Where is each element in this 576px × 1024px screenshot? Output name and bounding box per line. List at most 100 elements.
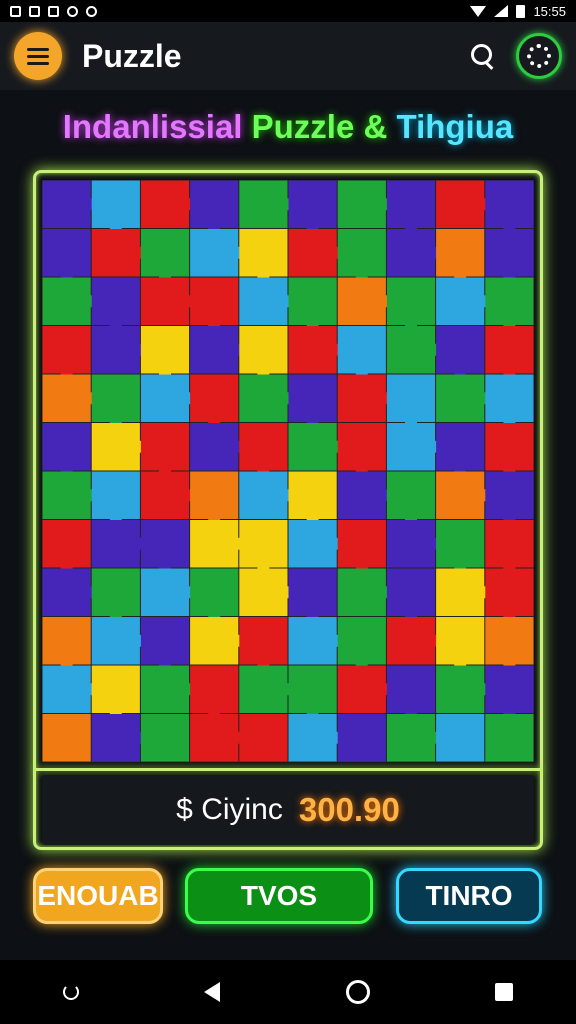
puzzle-board[interactable] xyxy=(42,180,534,762)
menu-button[interactable] xyxy=(14,32,62,80)
puzzle-piece[interactable] xyxy=(386,617,442,665)
right-action-button[interactable]: TINRO xyxy=(396,868,542,924)
puzzle-piece[interactable] xyxy=(337,326,386,380)
puzzle-piece[interactable] xyxy=(42,229,91,283)
puzzle-piece[interactable] xyxy=(190,617,245,665)
puzzle-piece[interactable] xyxy=(436,617,485,671)
rotate-icon[interactable] xyxy=(62,984,79,1000)
puzzle-piece[interactable] xyxy=(386,665,436,720)
left-action-button[interactable]: ENOUAB xyxy=(33,868,163,924)
puzzle-piece[interactable] xyxy=(386,568,436,623)
puzzle-piece[interactable] xyxy=(42,180,98,229)
puzzle-piece[interactable] xyxy=(288,423,344,471)
puzzle-piece[interactable] xyxy=(288,277,337,332)
puzzle-piece[interactable] xyxy=(386,374,436,429)
puzzle-piece[interactable] xyxy=(436,277,491,326)
puzzle-piece[interactable] xyxy=(386,471,436,526)
puzzle-piece[interactable] xyxy=(386,229,442,277)
puzzle-piece[interactable] xyxy=(337,714,386,762)
puzzle-piece[interactable] xyxy=(91,568,140,623)
puzzle-piece[interactable] xyxy=(140,180,196,229)
puzzle-piece[interactable] xyxy=(91,665,140,720)
puzzle-piece[interactable] xyxy=(485,229,534,283)
puzzle-piece[interactable] xyxy=(91,229,147,277)
puzzle-piece[interactable] xyxy=(436,665,491,714)
puzzle-piece[interactable] xyxy=(91,374,140,429)
puzzle-piece[interactable] xyxy=(288,180,337,235)
puzzle-piece[interactable] xyxy=(337,277,393,326)
center-action-button[interactable]: TVOS xyxy=(185,868,373,924)
puzzle-piece[interactable] xyxy=(42,326,91,380)
puzzle-piece[interactable] xyxy=(239,326,288,380)
puzzle-piece[interactable] xyxy=(485,423,534,477)
settings-button[interactable] xyxy=(516,33,562,79)
puzzle-piece[interactable] xyxy=(485,277,534,332)
puzzle-piece[interactable] xyxy=(485,714,534,762)
puzzle-piece[interactable] xyxy=(190,665,239,720)
puzzle-piece[interactable] xyxy=(288,471,337,526)
puzzle-piece[interactable] xyxy=(140,277,196,326)
puzzle-piece[interactable] xyxy=(288,665,337,720)
puzzle-piece[interactable] xyxy=(140,423,190,477)
puzzle-piece[interactable] xyxy=(337,617,386,671)
puzzle-piece[interactable] xyxy=(140,568,196,617)
puzzle-piece[interactable] xyxy=(190,714,245,762)
puzzle-piece[interactable] xyxy=(140,471,196,520)
puzzle-piece[interactable] xyxy=(42,423,91,477)
puzzle-piece[interactable] xyxy=(42,277,98,326)
puzzle-piece[interactable] xyxy=(288,326,344,374)
puzzle-piece[interactable] xyxy=(42,471,98,520)
puzzle-piece[interactable] xyxy=(239,374,294,423)
puzzle-piece[interactable] xyxy=(485,568,534,623)
puzzle-piece[interactable] xyxy=(190,423,245,471)
puzzle-piece[interactable] xyxy=(91,471,140,526)
puzzle-piece[interactable] xyxy=(386,423,442,471)
puzzle-piece[interactable] xyxy=(436,180,491,229)
puzzle-piece[interactable] xyxy=(337,665,393,714)
puzzle-piece[interactable] xyxy=(140,326,190,380)
puzzle-piece[interactable] xyxy=(485,180,534,235)
puzzle-piece[interactable] xyxy=(485,374,534,429)
puzzle-piece[interactable] xyxy=(288,714,344,762)
puzzle-piece[interactable] xyxy=(190,520,245,568)
puzzle-piece[interactable] xyxy=(239,180,294,229)
puzzle-piece[interactable] xyxy=(140,617,190,671)
puzzle-piece[interactable] xyxy=(436,326,485,380)
puzzle-piece[interactable] xyxy=(190,326,245,374)
puzzle-piece[interactable] xyxy=(42,665,98,714)
puzzle-piece[interactable] xyxy=(288,617,344,665)
puzzle-piece[interactable] xyxy=(140,520,190,574)
puzzle-piece[interactable] xyxy=(386,326,442,374)
puzzle-piece[interactable] xyxy=(485,471,534,526)
puzzle-piece[interactable] xyxy=(386,277,436,332)
puzzle-piece[interactable] xyxy=(337,471,393,520)
puzzle-piece[interactable] xyxy=(91,714,147,762)
puzzle-piece[interactable] xyxy=(386,180,436,235)
puzzle-piece[interactable] xyxy=(140,665,196,714)
puzzle-piece[interactable] xyxy=(337,374,393,423)
puzzle-piece[interactable] xyxy=(337,568,393,617)
puzzle-piece[interactable] xyxy=(42,617,91,671)
puzzle-piece[interactable] xyxy=(337,520,386,574)
puzzle-piece[interactable] xyxy=(91,326,147,374)
puzzle-piece[interactable] xyxy=(485,520,534,574)
puzzle-piece[interactable] xyxy=(436,229,485,283)
puzzle-piece[interactable] xyxy=(239,471,294,520)
puzzle-piece[interactable] xyxy=(288,374,337,429)
puzzle-piece[interactable] xyxy=(42,714,91,762)
puzzle-piece[interactable] xyxy=(140,714,190,762)
puzzle-piece[interactable] xyxy=(239,520,288,574)
puzzle-piece[interactable] xyxy=(91,520,147,568)
puzzle-piece[interactable] xyxy=(288,229,344,277)
puzzle-piece[interactable] xyxy=(140,229,190,283)
puzzle-piece[interactable] xyxy=(91,180,140,235)
puzzle-piece[interactable] xyxy=(140,374,196,423)
puzzle-piece[interactable] xyxy=(436,568,491,617)
puzzle-piece[interactable] xyxy=(337,229,386,283)
square-recent-icon[interactable] xyxy=(495,983,514,1001)
puzzle-piece[interactable] xyxy=(436,520,485,574)
puzzle-piece[interactable] xyxy=(190,277,239,332)
puzzle-piece[interactable] xyxy=(485,326,534,380)
puzzle-piece[interactable] xyxy=(239,665,294,714)
puzzle-piece[interactable] xyxy=(190,568,239,623)
